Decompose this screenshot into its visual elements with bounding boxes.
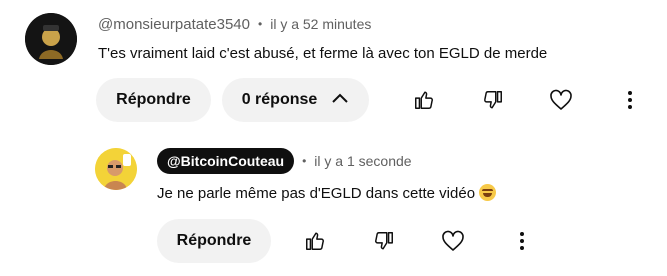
more-vert-icon: [519, 231, 525, 251]
reply-text-line: Je ne parle même pas d'EGLD dans cette v…: [157, 184, 497, 202]
reply-author-chip[interactable]: @BitcoinCouteau: [157, 148, 295, 174]
heart-button[interactable]: [541, 80, 581, 120]
thumbs-up-icon: [304, 230, 326, 252]
reply-author-avatar[interactable]: [95, 148, 137, 190]
replies-count-label: 0 réponse: [241, 91, 318, 108]
commenter-avatar[interactable]: [25, 13, 77, 65]
comment-author[interactable]: @monsieurpatate3540: [98, 16, 250, 33]
more-actions-button[interactable]: [502, 221, 542, 261]
chevron-up-icon: [331, 91, 349, 109]
like-button[interactable]: [404, 80, 444, 120]
like-button[interactable]: [295, 221, 335, 261]
dislike-button[interactable]: [473, 80, 513, 120]
separator-dot: •: [258, 17, 263, 31]
heart-icon: [549, 89, 573, 111]
separator-dot: •: [302, 154, 307, 168]
thumbs-up-icon: [413, 89, 435, 111]
thumbs-down-icon: [373, 230, 395, 252]
dislike-button[interactable]: [364, 221, 404, 261]
reply-timestamp[interactable]: il y a 1 seconde: [314, 153, 411, 169]
reply-text: Je ne parle même pas d'EGLD dans cette v…: [157, 185, 476, 202]
more-actions-button[interactable]: [610, 80, 650, 120]
reply-button[interactable]: Répondre: [96, 78, 211, 122]
heart-button[interactable]: [433, 221, 473, 261]
toggle-replies-button[interactable]: 0 réponse: [222, 78, 369, 122]
comment-header: @monsieurpatate3540 • il y a 52 minutes: [98, 14, 371, 34]
reply-button[interactable]: Répondre: [157, 219, 271, 263]
more-vert-icon: [627, 90, 633, 110]
laughing-tears-emoji: [479, 184, 497, 201]
comment-text: T'es vraiment laid c'est abusé, et ferme…: [98, 45, 548, 62]
reply-header: @BitcoinCouteau • il y a 1 seconde: [157, 148, 412, 174]
heart-icon: [441, 230, 465, 252]
thumbs-down-icon: [482, 89, 504, 111]
comment-timestamp[interactable]: il y a 52 minutes: [270, 16, 371, 32]
